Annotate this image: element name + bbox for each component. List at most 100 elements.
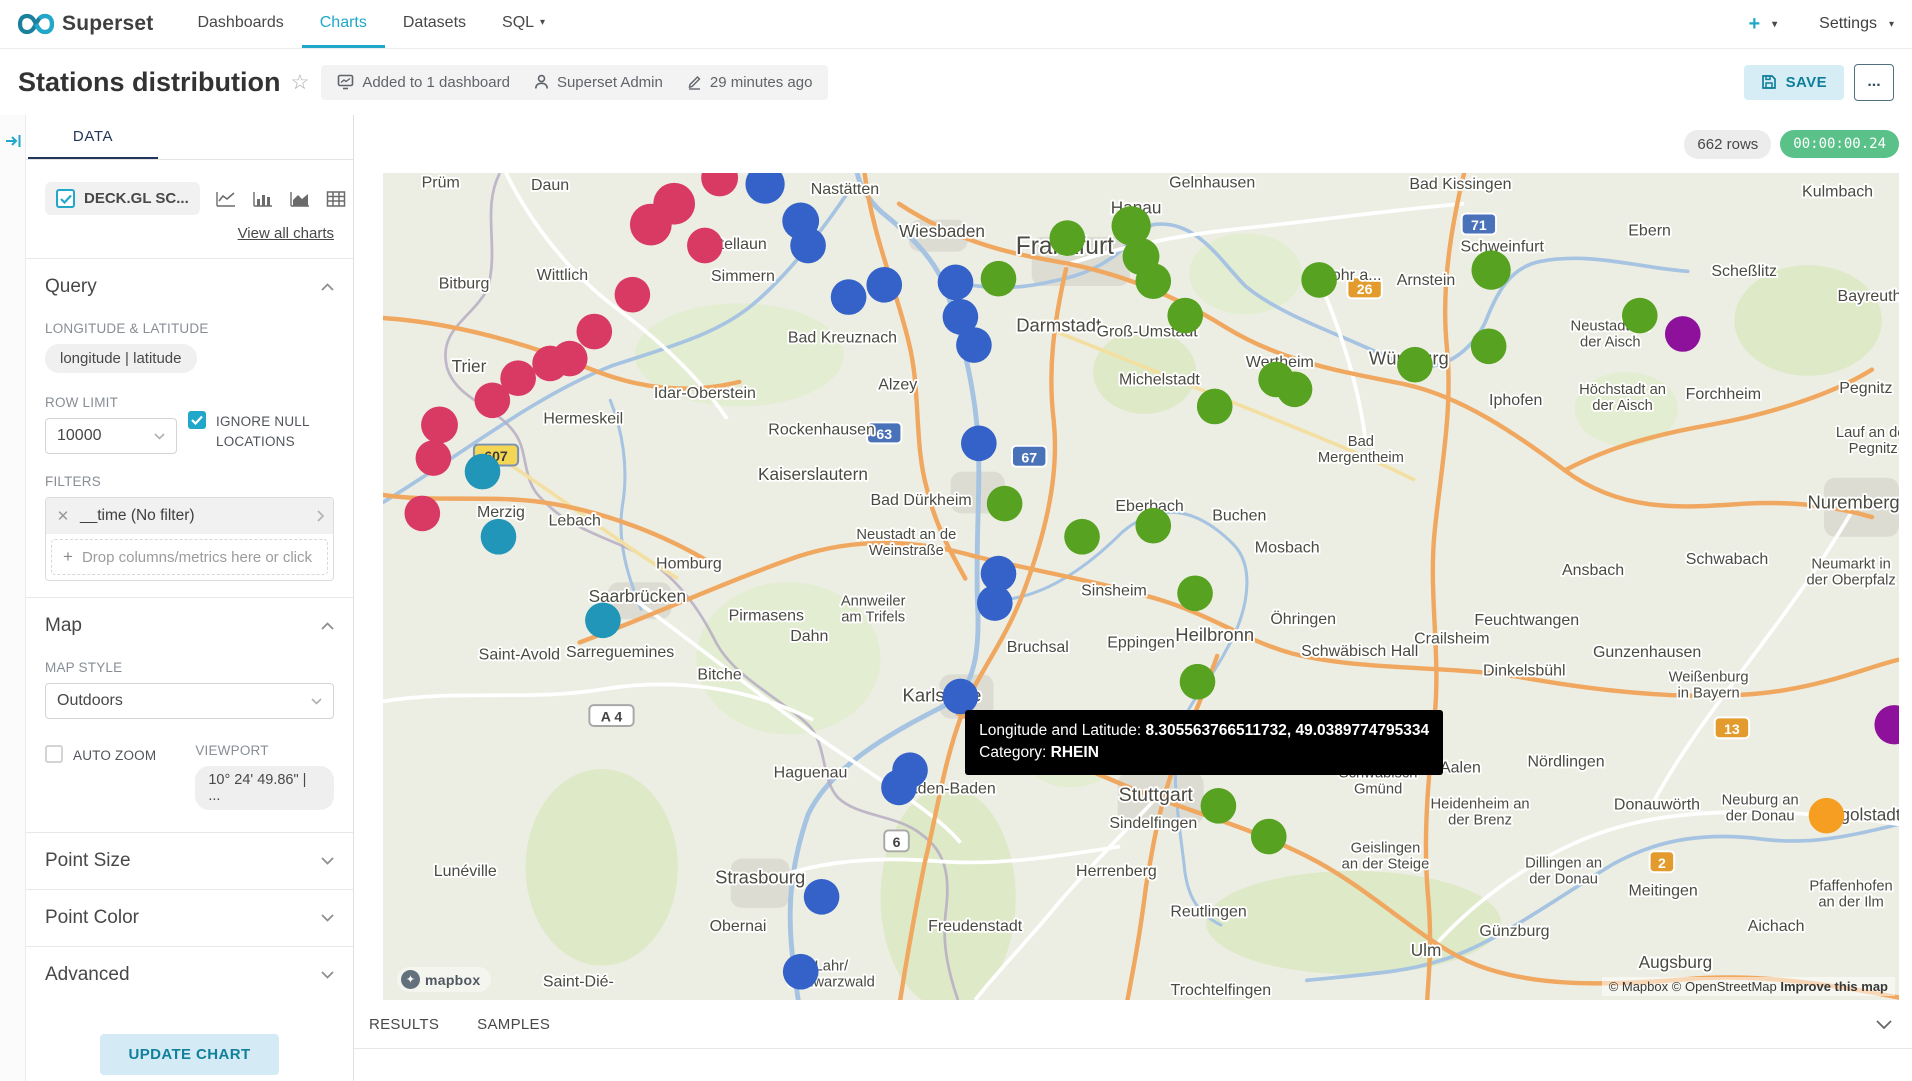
- map-point-cyan[interactable]: [465, 454, 501, 490]
- auto-zoom-row[interactable]: AUTO ZOOM: [45, 745, 195, 810]
- map-point-green[interactable]: [1251, 819, 1287, 855]
- deckgl-map[interactable]: 71266076367A 46213PrümDaunNastättenGelnh…: [383, 173, 1899, 1000]
- line-chart-icon[interactable]: [215, 190, 237, 208]
- mapbox-logo[interactable]: ✦ mapbox: [397, 967, 491, 992]
- map-point-pink[interactable]: [576, 314, 612, 350]
- ignore-null-label: IGNORE NULL LOCATIONS: [216, 412, 334, 451]
- map-place-label: Schwäbisch Hall: [1301, 643, 1418, 660]
- update-chart-button[interactable]: UPDATE CHART: [100, 1034, 278, 1075]
- map-point-pink[interactable]: [404, 496, 440, 532]
- map-point-blue[interactable]: [790, 228, 826, 264]
- map-point-blue[interactable]: [977, 585, 1013, 621]
- section-query[interactable]: Query: [45, 259, 334, 315]
- map-point-cyan[interactable]: [481, 519, 517, 555]
- viz-selected-checkbox: [56, 189, 75, 208]
- mapbox-attribution-link[interactable]: © Mapbox: [1609, 979, 1668, 994]
- map-style-select[interactable]: Outdoors: [45, 683, 334, 719]
- map-point-pink[interactable]: [475, 383, 511, 419]
- row-limit-select[interactable]: 10000: [45, 418, 177, 454]
- tab-samples[interactable]: SAMPLES: [477, 1016, 550, 1033]
- map-point-green[interactable]: [1471, 328, 1507, 364]
- lonlat-chip[interactable]: longitude | latitude: [45, 344, 197, 373]
- drop-columns-zone[interactable]: + Drop columns/metrics here or click: [51, 539, 328, 575]
- view-all-charts-link[interactable]: View all charts: [238, 225, 334, 242]
- map-point-blue[interactable]: [938, 265, 974, 301]
- ignore-null-row[interactable]: IGNORE NULL LOCATIONS: [188, 411, 334, 454]
- settings-menu[interactable]: Settings▾: [1819, 15, 1894, 33]
- map-point-green[interactable]: [1167, 298, 1203, 334]
- table-icon[interactable]: [326, 190, 346, 208]
- nav-item-datasets[interactable]: Datasets: [385, 0, 484, 48]
- ignore-null-checkbox[interactable]: [188, 411, 206, 429]
- map-point-blue[interactable]: [943, 679, 979, 715]
- more-options-button[interactable]: ...: [1854, 64, 1894, 101]
- dashboards-meta[interactable]: Added to 1 dashboard: [337, 74, 510, 91]
- map-point-blue[interactable]: [831, 279, 867, 315]
- nav-item-charts[interactable]: Charts: [302, 0, 385, 48]
- map-point-green[interactable]: [1177, 575, 1213, 611]
- map-point-blue[interactable]: [804, 879, 840, 915]
- map-point-green[interactable]: [1471, 250, 1510, 289]
- section-map[interactable]: Map: [45, 598, 334, 654]
- map-place-label: Nuremberg: [1807, 491, 1899, 512]
- map-point-blue[interactable]: [866, 267, 902, 303]
- map-point-green[interactable]: [1049, 220, 1085, 256]
- nav-item-dashboards[interactable]: Dashboards: [179, 0, 301, 48]
- map-point-green[interactable]: [1135, 508, 1171, 544]
- nav-item-sql[interactable]: SQL▾: [484, 0, 563, 48]
- map-point-orange[interactable]: [1809, 798, 1845, 834]
- map-point-green[interactable]: [1135, 263, 1171, 299]
- map-point-green[interactable]: [1064, 519, 1100, 555]
- remove-filter-icon[interactable]: ✕: [46, 507, 80, 525]
- map-point-pink[interactable]: [615, 277, 651, 313]
- map-canvas[interactable]: 71266076367A 46213PrümDaunNastättenGelnh…: [383, 173, 1899, 1000]
- map-point-pink[interactable]: [416, 440, 452, 476]
- section-point-color[interactable]: Point Color: [45, 890, 334, 946]
- map-point-green[interactable]: [987, 486, 1023, 522]
- map-point-blue[interactable]: [956, 327, 992, 363]
- map-point-green[interactable]: [1622, 298, 1658, 334]
- point-color-title: Point Color: [45, 907, 139, 929]
- map-point-purple[interactable]: [1665, 316, 1701, 352]
- map-point-cyan[interactable]: [585, 602, 621, 638]
- tab-results[interactable]: RESULTS: [369, 1016, 439, 1033]
- map-point-green[interactable]: [1201, 788, 1237, 824]
- area-chart-icon[interactable]: [289, 190, 311, 208]
- map-point-pink[interactable]: [630, 204, 672, 246]
- map-point-green[interactable]: [1180, 664, 1216, 700]
- map-point-pink[interactable]: [421, 406, 458, 443]
- map-point-green[interactable]: [1197, 389, 1233, 425]
- superset-logo[interactable]: Superset: [18, 0, 153, 48]
- map-place-label: Buchen: [1212, 508, 1266, 525]
- viz-type-selected[interactable]: DECK.GL SC...: [45, 182, 200, 215]
- improve-map-link[interactable]: Improve this map: [1780, 979, 1888, 994]
- bar-chart-icon[interactable]: [252, 190, 274, 208]
- favorite-star-icon[interactable]: ☆: [291, 70, 310, 95]
- map-point-green[interactable]: [1301, 262, 1337, 298]
- map-point-green[interactable]: [1397, 347, 1433, 383]
- new-item-button[interactable]: +▾: [1748, 13, 1777, 36]
- map-point-green[interactable]: [981, 261, 1017, 297]
- map-point-green[interactable]: [1277, 371, 1313, 407]
- auto-zoom-checkbox[interactable]: [45, 745, 63, 763]
- collapse-results-icon[interactable]: [1876, 1020, 1892, 1029]
- section-point-size[interactable]: Point Size: [45, 833, 334, 889]
- owner-meta[interactable]: Superset Admin: [534, 74, 663, 91]
- save-button[interactable]: SAVE: [1744, 65, 1844, 100]
- map-point-blue[interactable]: [783, 954, 819, 990]
- last-modified-meta[interactable]: 29 minutes ago: [687, 74, 813, 91]
- viewport-value[interactable]: 10° 24' 49.86" | ...: [195, 766, 334, 810]
- map-point-blue[interactable]: [961, 426, 997, 462]
- tab-data[interactable]: DATA: [28, 115, 158, 159]
- map-point-pink[interactable]: [532, 346, 568, 382]
- map-place-label: Daun: [531, 177, 569, 194]
- osm-attribution-link[interactable]: © OpenStreetMap: [1672, 979, 1777, 994]
- viz-type-row: DECK.GL SC... 4k: [45, 182, 334, 215]
- map-place-label: Heilbronn: [1175, 624, 1254, 645]
- collapse-panel-icon[interactable]: [4, 133, 22, 149]
- map-point-blue[interactable]: [881, 770, 917, 806]
- section-advanced[interactable]: Advanced: [45, 947, 334, 1003]
- map-point-pink[interactable]: [687, 228, 723, 264]
- filter-item-time[interactable]: ✕ __time (No filter): [46, 498, 333, 534]
- map-place-label: Mosbach: [1255, 540, 1320, 557]
